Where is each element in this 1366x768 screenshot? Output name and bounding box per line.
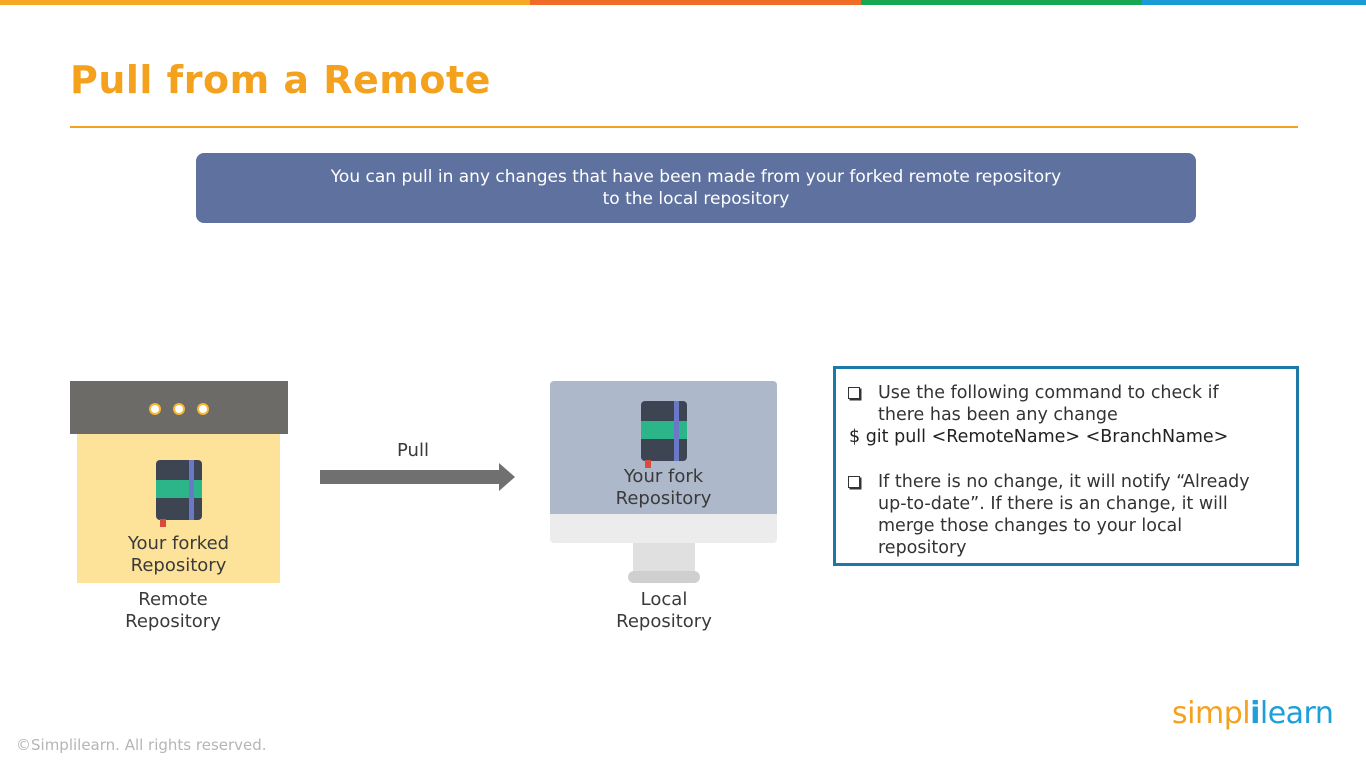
remote-window-header bbox=[70, 381, 288, 434]
top-color-bar bbox=[0, 0, 1366, 5]
pull-arrow-head-icon bbox=[499, 463, 515, 491]
bullet-1-line-2: there has been any change bbox=[878, 405, 1118, 425]
logo-learn: learn bbox=[1259, 696, 1334, 731]
local-card-label-line-2: Repository bbox=[615, 488, 712, 509]
local-card-label-line-1: Your fork bbox=[623, 466, 704, 487]
repository-book-icon bbox=[156, 460, 202, 527]
repository-book-icon bbox=[641, 401, 687, 468]
monitor-stand bbox=[633, 543, 695, 573]
banner-line-1: You can pull in any changes that have be… bbox=[330, 167, 1062, 187]
title-underline bbox=[70, 126, 1298, 128]
remote-card-label-line-1: Your forked bbox=[127, 533, 230, 554]
info-banner: You can pull in any changes that have be… bbox=[196, 153, 1196, 223]
monitor-bezel bbox=[550, 514, 777, 543]
top-bar-segment-red bbox=[530, 0, 861, 5]
pull-arrow-label: Pull bbox=[397, 440, 429, 461]
bullet-2-line-2: up-to-date”. If there is an change, it w… bbox=[878, 494, 1228, 514]
remote-caption-line-2: Repository bbox=[125, 611, 221, 632]
simplilearn-logo: simplilearn bbox=[1172, 696, 1334, 731]
bullet-1-line-1: Use the following command to check if bbox=[878, 383, 1219, 403]
remote-caption: Remote Repository bbox=[92, 589, 254, 633]
top-bar-segment-blue bbox=[1142, 0, 1366, 5]
top-bar-segment-green bbox=[861, 0, 1142, 5]
bullet-item-no-change: If there is no change, it will notify “A… bbox=[848, 471, 1250, 559]
top-bar-segment-orange bbox=[0, 0, 530, 5]
git-pull-command: $ git pull <RemoteName> <BranchName> bbox=[849, 427, 1229, 447]
remote-card-label-line-2: Repository bbox=[130, 555, 227, 576]
local-caption: Local Repository bbox=[583, 589, 745, 633]
bullet-item-check-change: Use the following command to check if th… bbox=[848, 382, 1219, 426]
local-caption-line-2: Repository bbox=[616, 611, 712, 632]
command-info-box: Use the following command to check if th… bbox=[833, 366, 1299, 566]
local-card-label: Your fork Repository bbox=[550, 466, 777, 510]
banner-line-2: to the local repository bbox=[602, 189, 790, 209]
remote-card-label: Your forked Repository bbox=[77, 533, 280, 577]
window-dot-icon bbox=[173, 403, 185, 415]
logo-i: i bbox=[1250, 696, 1260, 731]
window-dot-icon bbox=[149, 403, 161, 415]
copyright-text: ©Simplilearn. All rights reserved. bbox=[16, 736, 267, 754]
pull-arrow-shaft bbox=[320, 470, 500, 484]
checkbox-bullet-icon bbox=[848, 387, 860, 399]
local-caption-line-1: Local bbox=[640, 589, 688, 610]
slide-title: Pull from a Remote bbox=[70, 58, 491, 102]
remote-caption-line-1: Remote bbox=[138, 589, 208, 610]
bullet-2-line-4: repository bbox=[878, 538, 967, 558]
checkbox-bullet-icon bbox=[848, 476, 860, 488]
window-dot-icon bbox=[197, 403, 209, 415]
bullet-2-line-3: merge those changes to your local bbox=[878, 516, 1183, 536]
monitor-base bbox=[628, 571, 700, 583]
logo-simpl: simpl bbox=[1172, 696, 1251, 731]
bullet-2-line-1: If there is no change, it will notify “A… bbox=[878, 472, 1250, 492]
